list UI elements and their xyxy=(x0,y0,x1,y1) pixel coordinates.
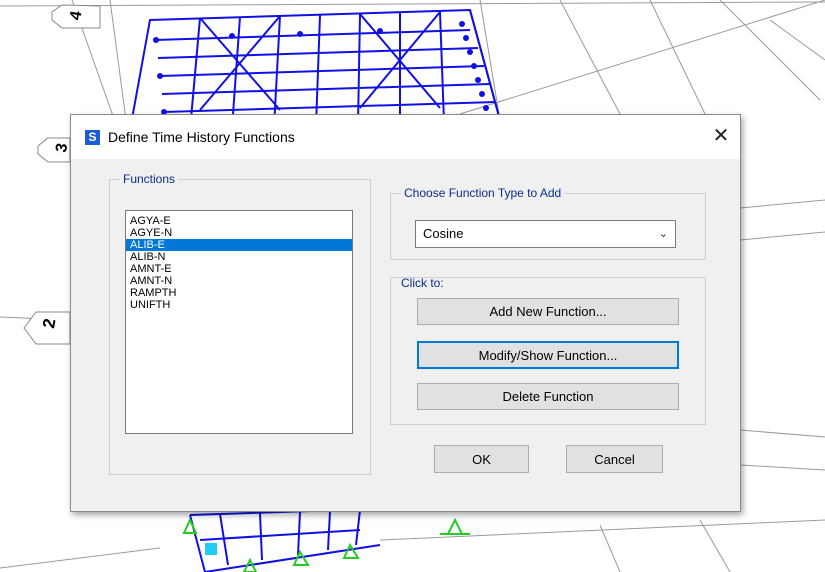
function-list-item[interactable]: UNIFTH xyxy=(126,299,352,311)
click-to-group: Click to: Add New Function... Modify/Sho… xyxy=(390,276,706,425)
function-list-item[interactable]: AGYA-E xyxy=(126,215,352,227)
functions-listbox[interactable]: AGYA-E AGYE-N ALIB-E ALIB-N AMNT-E AMNT-N RAMP… xyxy=(125,210,353,434)
add-new-function-button[interactable]: Add New Function... xyxy=(417,298,679,325)
function-list-item[interactable]: AGYE-N xyxy=(126,227,352,239)
grid-bubble-2: 2 xyxy=(23,311,71,345)
grid-bubble-4: 4 xyxy=(51,4,101,29)
functions-group: Functions AGYA-E AGYE-N ALIB-E ALIB-N AMNT-E… xyxy=(109,172,371,475)
click-to-label: Click to: xyxy=(401,276,444,290)
cancel-button[interactable]: Cancel xyxy=(566,445,663,473)
delete-function-button[interactable]: Delete Function xyxy=(417,383,679,410)
function-list-item[interactable]: ALIB-E xyxy=(126,239,352,251)
define-time-history-functions-dialog: S Define Time History Functions ✕ Functi… xyxy=(70,114,741,512)
modify-show-function-button[interactable]: Modify/Show Function... xyxy=(417,341,679,369)
sap2000-app-icon: S xyxy=(85,130,100,145)
function-list-item[interactable]: AMNT-E xyxy=(126,263,352,275)
grid-bubble-3: 3 xyxy=(37,137,71,163)
function-list-item[interactable]: AMNT-N xyxy=(126,275,352,287)
selected-joint-marker xyxy=(205,543,217,555)
dialog-title: Define Time History Functions xyxy=(108,129,295,145)
close-icon[interactable]: ✕ xyxy=(710,125,732,147)
function-list-item[interactable]: RAMPTH xyxy=(126,287,352,299)
structure-frame xyxy=(128,8,502,132)
function-type-group: Choose Function Type to Add Cosine ⌄ xyxy=(390,186,706,260)
function-type-dropdown[interactable]: Cosine ⌄ xyxy=(415,220,676,248)
chevron-down-icon: ⌄ xyxy=(658,228,668,240)
function-list-item[interactable]: ALIB-N xyxy=(126,251,352,263)
function-type-group-label: Choose Function Type to Add xyxy=(401,186,565,200)
functions-group-label: Functions xyxy=(120,172,179,186)
ok-button[interactable]: OK xyxy=(434,445,529,473)
dialog-titlebar: S Define Time History Functions ✕ xyxy=(71,115,740,159)
function-type-value: Cosine xyxy=(423,226,464,241)
